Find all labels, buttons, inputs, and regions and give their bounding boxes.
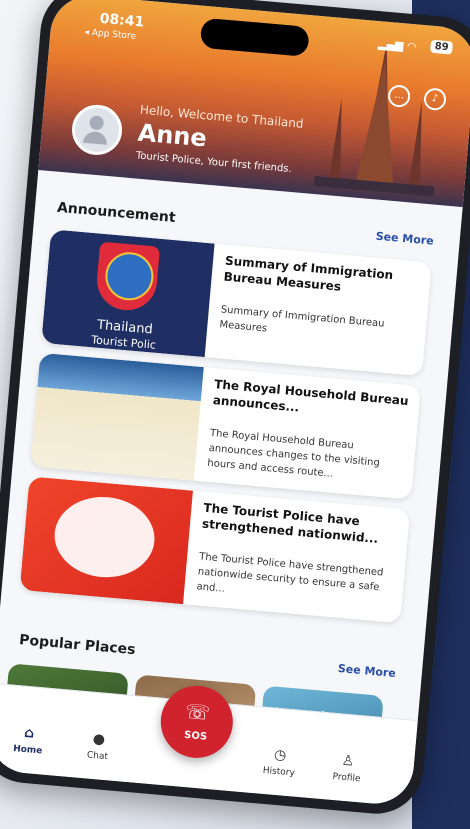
dynamic-island — [199, 17, 310, 57]
nav-history-label: History — [262, 765, 296, 779]
horse-art-image — [19, 476, 193, 605]
police-badge-image: Thailand Tourist Polic — [41, 229, 215, 358]
tagline: Tourist Police, Your first friends. — [135, 150, 293, 175]
nav-chat[interactable]: ● Chat — [67, 729, 129, 764]
announcement-card[interactable]: The Tourist Police have strengthened nat… — [19, 476, 411, 624]
announcement-title-text: The Royal Household Bureau announces... — [212, 377, 410, 415]
nav-chat-label: Chat — [86, 750, 109, 763]
avatar[interactable] — [69, 102, 125, 157]
horse-icon — [51, 492, 158, 582]
announcement-card[interactable]: The Royal Household Bureau announces... … — [30, 352, 421, 500]
announcement-title: Announcement — [56, 199, 177, 227]
announcement-desc: The Tourist Police have strengthened nat… — [196, 551, 384, 595]
app-screen: 08:41 ◂ App Store ▂▄▆ ◠ 89 … ♪ Hello, We… — [0, 0, 470, 807]
announcement-card[interactable]: Thailand Tourist Polic Summary of Immigr… — [41, 229, 432, 377]
signal-wifi-icon: ▂▄▆ ◠ — [377, 37, 418, 54]
home-icon: ⌂ — [23, 724, 35, 742]
popular-see-more[interactable]: See More — [337, 662, 396, 680]
nav-history[interactable]: ◷ History — [248, 745, 310, 780]
nav-profile[interactable]: ♙ Profile — [316, 751, 378, 786]
back-to-app-store[interactable]: ◂ App Store — [84, 27, 136, 41]
battery-icon: 89 — [430, 39, 454, 55]
bell-icon[interactable]: ♪ — [423, 87, 447, 112]
nav-home-label: Home — [12, 743, 43, 757]
announcement-title-text: The Tourist Police have strengthened nat… — [201, 500, 379, 546]
sos-label: SOS — [183, 729, 208, 743]
announcement-desc: Summary of Immigration Bureau Measures — [219, 304, 385, 335]
announcement-desc: The Royal Household Bureau announces cha… — [206, 427, 381, 480]
header-banner: 08:41 ◂ App Store ▂▄▆ ◠ 89 … ♪ Hello, We… — [38, 0, 470, 208]
chat-icon: ● — [92, 730, 106, 748]
nav-profile-label: Profile — [332, 771, 361, 785]
police-shield-icon — [94, 241, 161, 313]
announcement-see-more[interactable]: See More — [375, 230, 434, 248]
person-icon: ♙ — [341, 752, 355, 770]
phone-icon: ☏ — [184, 698, 212, 725]
clock-icon: ◷ — [273, 746, 288, 764]
phone-frame: 08:41 ◂ App Store ▂▄▆ ◠ 89 … ♪ Hello, We… — [0, 0, 470, 818]
user-name: Anne — [136, 118, 208, 153]
chat-bubble-icon[interactable]: … — [387, 84, 412, 109]
royal-palace-image — [30, 352, 204, 481]
popular-places-title: Popular Places — [18, 632, 137, 659]
nav-home[interactable]: ⌂ Home — [0, 723, 60, 758]
clock: 08:41 — [99, 10, 145, 31]
announcement-title-text: Summary of Immigration Bureau Measures — [223, 253, 394, 294]
